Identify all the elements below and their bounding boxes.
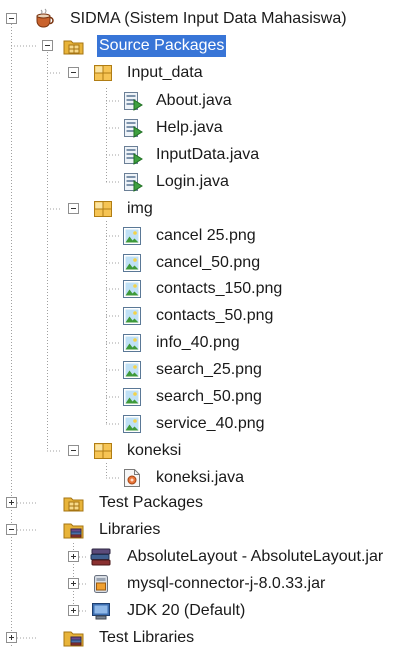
java-form-icon xyxy=(122,145,143,165)
file-label[interactable]: Help.java xyxy=(154,117,225,139)
image-file-icon xyxy=(122,333,142,353)
image-file-icon xyxy=(122,360,142,380)
test-libraries-label[interactable]: Test Libraries xyxy=(97,627,196,649)
libraries-folder-icon xyxy=(63,520,84,540)
file-label[interactable]: Login.java xyxy=(154,171,231,193)
expand-toggle-test-libraries[interactable] xyxy=(6,632,17,643)
collapse-toggle-libraries[interactable] xyxy=(6,524,17,535)
file-label[interactable]: InputData.java xyxy=(154,144,261,166)
java-form-icon xyxy=(122,118,143,138)
package-icon xyxy=(93,199,113,219)
collapse-toggle-project[interactable] xyxy=(6,13,17,24)
file-label[interactable]: cancel 25.png xyxy=(154,225,258,247)
file-label[interactable]: cancel_50.png xyxy=(154,252,262,274)
source-packages-icon xyxy=(63,36,84,56)
package-label-koneksi[interactable]: koneksi xyxy=(125,440,183,462)
image-file-icon xyxy=(122,306,142,326)
collapse-toggle-input-data[interactable] xyxy=(68,67,79,78)
collapse-toggle-img[interactable] xyxy=(68,203,79,214)
source-packages-label[interactable]: Source Packages xyxy=(97,35,227,57)
jdk-icon xyxy=(90,601,110,621)
file-label[interactable]: info_40.png xyxy=(154,332,242,354)
coffee-cup-icon xyxy=(34,8,54,28)
file-label[interactable]: search_50.png xyxy=(154,386,264,408)
test-packages-label[interactable]: Test Packages xyxy=(97,492,205,514)
libraries-label[interactable]: Libraries xyxy=(97,519,162,541)
jar-file-icon xyxy=(91,574,111,594)
collapse-toggle-source-packages[interactable] xyxy=(42,40,53,51)
image-file-icon xyxy=(122,387,142,407)
java-form-icon xyxy=(122,172,143,192)
library-books-icon xyxy=(90,547,111,567)
project-tree: SIDMA (Sistem Input Data Mahasiswa) Sour… xyxy=(0,0,418,648)
expand-toggle-test-packages[interactable] xyxy=(6,497,17,508)
file-label[interactable]: service_40.png xyxy=(154,413,267,435)
java-class-icon xyxy=(122,468,142,488)
expand-toggle-jdk[interactable] xyxy=(68,605,79,616)
package-label-input-data[interactable]: Input_data xyxy=(125,62,205,84)
library-label[interactable]: JDK 20 (Default) xyxy=(125,600,247,622)
collapse-toggle-koneksi[interactable] xyxy=(68,445,79,456)
file-label[interactable]: contacts_150.png xyxy=(154,278,284,300)
image-file-icon xyxy=(122,226,142,246)
library-label[interactable]: mysql-connector-j-8.0.33.jar xyxy=(125,573,327,595)
file-label[interactable]: koneksi.java xyxy=(154,467,246,489)
java-form-icon xyxy=(122,91,143,111)
package-label-img[interactable]: img xyxy=(125,198,155,220)
expand-toggle-absolutelayout[interactable] xyxy=(68,551,79,562)
library-label[interactable]: AbsoluteLayout - AbsoluteLayout.jar xyxy=(125,546,385,568)
image-file-icon xyxy=(122,279,142,299)
expand-toggle-mysql-connector[interactable] xyxy=(68,578,79,589)
libraries-folder-icon xyxy=(63,628,84,648)
package-icon xyxy=(93,441,113,461)
project-label[interactable]: SIDMA (Sistem Input Data Mahasiswa) xyxy=(68,8,349,30)
file-label[interactable]: About.java xyxy=(154,90,234,112)
file-label[interactable]: search_25.png xyxy=(154,359,264,381)
image-file-icon xyxy=(122,253,142,273)
file-label[interactable]: contacts_50.png xyxy=(154,305,275,327)
package-icon xyxy=(93,63,113,83)
image-file-icon xyxy=(122,414,142,434)
test-packages-icon xyxy=(63,493,84,513)
